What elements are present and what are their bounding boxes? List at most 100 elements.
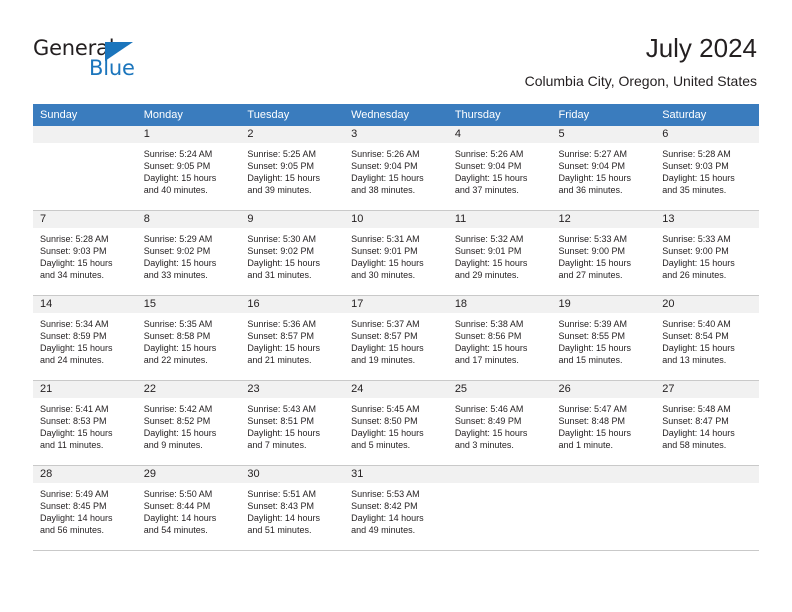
day-detail-daylightline1: Daylight: 15 hours bbox=[351, 173, 424, 184]
calendar-day-cell[interactable]: 29 Sunrise: 5:50 AM Sunset: 8:44 PM Dayligh… bbox=[136, 465, 241, 551]
day-cell: 19 Sunrise: 5:39 AM Sunset: 8:55 PM Dayligh… bbox=[551, 296, 656, 380]
calendar-day-cell[interactable]: 1 Sunrise: 5:24 AM Sunset: 9:05 PM Daylight… bbox=[136, 126, 241, 211]
calendar-day-cell[interactable]: 11 Sunrise: 5:32 AM Sunset: 9:01 PM Dayligh… bbox=[447, 210, 552, 296]
day-detail-daylightline2: and 22 minutes. bbox=[143, 355, 208, 366]
calendar-day-cell[interactable] bbox=[655, 465, 759, 551]
day-cell: 21 Sunrise: 5:41 AM Sunset: 8:53 PM Dayligh… bbox=[33, 381, 137, 465]
day-details: Sunrise: 5:29 AM Sunset: 9:02 PM Daylight:… bbox=[137, 228, 241, 281]
calendar-day-cell[interactable] bbox=[447, 465, 552, 551]
calendar-day-cell[interactable]: 4 Sunrise: 5:26 AM Sunset: 9:04 PM Daylight… bbox=[447, 126, 552, 211]
day-details: Sunrise: 5:33 AM Sunset: 9:00 PM Daylight:… bbox=[552, 228, 656, 281]
calendar-day-cell[interactable] bbox=[551, 465, 656, 551]
day-number: 15 bbox=[136, 296, 241, 313]
calendar-day-cell[interactable]: 5 Sunrise: 5:27 AM Sunset: 9:04 PM Daylight… bbox=[551, 126, 656, 211]
calendar-page: General Blue July 2024 Columbia City, Or… bbox=[0, 0, 792, 612]
day-cell: 7 Sunrise: 5:28 AM Sunset: 9:03 PM Daylight… bbox=[33, 211, 137, 295]
calendar-day-cell[interactable]: 9 Sunrise: 5:30 AM Sunset: 9:02 PM Daylight… bbox=[240, 210, 345, 296]
day-detail-sunset: Sunset: 8:49 PM bbox=[454, 416, 522, 427]
day-details: Sunrise: 5:50 AM Sunset: 8:44 PM Daylight:… bbox=[137, 483, 241, 536]
day-detail-daylightline1: Daylight: 15 hours bbox=[351, 258, 424, 269]
day-detail-sunrise: Sunrise: 5:39 AM bbox=[558, 319, 628, 329]
weekday-header-tuesday: Tuesday bbox=[240, 104, 345, 126]
calendar-day-cell[interactable]: 10 Sunrise: 5:31 AM Sunset: 9:01 PM Dayligh… bbox=[344, 210, 448, 296]
calendar-day-cell[interactable]: 31 Sunrise: 5:53 AM Sunset: 8:42 PM Dayligh… bbox=[344, 465, 448, 551]
day-detail-sunset: Sunset: 8:53 PM bbox=[40, 416, 107, 427]
day-number bbox=[655, 466, 759, 483]
day-details: Sunrise: 5:27 AM Sunset: 9:04 PM Daylight:… bbox=[552, 143, 656, 196]
calendar-day-cell[interactable]: 24 Sunrise: 5:45 AM Sunset: 8:50 PM Dayligh… bbox=[344, 380, 448, 466]
calendar-day-cell[interactable]: 21 Sunrise: 5:41 AM Sunset: 8:53 PM Dayligh… bbox=[33, 380, 137, 466]
day-detail-daylightline2: and 34 minutes. bbox=[40, 270, 105, 281]
day-details: Sunrise: 5:42 AM Sunset: 8:52 PM Daylight:… bbox=[137, 398, 241, 451]
calendar-day-cell[interactable]: 26 Sunrise: 5:47 AM Sunset: 8:48 PM Dayligh… bbox=[551, 380, 656, 466]
calendar-day-cell[interactable]: 28 Sunrise: 5:49 AM Sunset: 8:45 PM Dayligh… bbox=[33, 465, 137, 551]
calendar-day-cell[interactable]: 2 Sunrise: 5:25 AM Sunset: 9:05 PM Daylight… bbox=[240, 126, 345, 211]
day-detail-sunset: Sunset: 9:04 PM bbox=[351, 161, 418, 172]
day-detail-sunrise: Sunrise: 5:53 AM bbox=[351, 489, 420, 499]
day-detail-daylightline2: and 21 minutes. bbox=[247, 355, 312, 366]
calendar-day-cell[interactable]: 14 Sunrise: 5:34 AM Sunset: 8:59 PM Dayligh… bbox=[33, 295, 137, 381]
day-number: 20 bbox=[655, 296, 759, 313]
day-cell: 15 Sunrise: 5:35 AM Sunset: 8:58 PM Dayligh… bbox=[136, 296, 241, 380]
day-detail-daylightline1: Daylight: 15 hours bbox=[454, 258, 528, 269]
day-detail-sunrise: Sunrise: 5:24 AM bbox=[143, 149, 213, 159]
calendar-week-row: 7 Sunrise: 5:28 AM Sunset: 9:03 PM Daylight… bbox=[33, 210, 759, 296]
day-detail-daylightline1: Daylight: 15 hours bbox=[558, 428, 632, 439]
calendar-day-cell[interactable]: 25 Sunrise: 5:46 AM Sunset: 8:49 PM Dayligh… bbox=[447, 380, 552, 466]
day-details: Sunrise: 5:36 AM Sunset: 8:57 PM Daylight:… bbox=[240, 313, 344, 366]
day-cell: 28 Sunrise: 5:49 AM Sunset: 8:45 PM Dayligh… bbox=[33, 466, 137, 550]
day-detail-sunset: Sunset: 8:51 PM bbox=[247, 416, 314, 427]
calendar-day-cell[interactable]: 16 Sunrise: 5:36 AM Sunset: 8:57 PM Dayligh… bbox=[240, 295, 345, 381]
calendar-day-cell[interactable]: 6 Sunrise: 5:28 AM Sunset: 9:03 PM Daylight… bbox=[655, 126, 759, 211]
day-detail-daylightline1: Daylight: 15 hours bbox=[143, 428, 217, 439]
day-detail-sunset: Sunset: 8:45 PM bbox=[40, 501, 107, 512]
day-detail-sunset: Sunset: 9:02 PM bbox=[143, 246, 211, 257]
calendar-day-cell[interactable]: 22 Sunrise: 5:42 AM Sunset: 8:52 PM Dayligh… bbox=[136, 380, 241, 466]
calendar-day-cell[interactable]: 8 Sunrise: 5:29 AM Sunset: 9:02 PM Daylight… bbox=[136, 210, 241, 296]
calendar-day-cell[interactable]: 18 Sunrise: 5:38 AM Sunset: 8:56 PM Dayligh… bbox=[447, 295, 552, 381]
day-detail-sunrise: Sunrise: 5:27 AM bbox=[558, 149, 628, 159]
calendar-day-cell[interactable]: 17 Sunrise: 5:37 AM Sunset: 8:57 PM Dayligh… bbox=[344, 295, 448, 381]
day-detail-daylightline2: and 31 minutes. bbox=[247, 270, 312, 281]
day-detail-daylightline1: Daylight: 15 hours bbox=[40, 258, 113, 269]
day-number: 11 bbox=[447, 211, 552, 228]
calendar-day-cell[interactable] bbox=[33, 126, 137, 211]
day-cell: 2 Sunrise: 5:25 AM Sunset: 9:05 PM Daylight… bbox=[240, 126, 345, 210]
day-detail-daylightline1: Daylight: 14 hours bbox=[40, 513, 113, 524]
day-number: 23 bbox=[240, 381, 345, 398]
day-detail-sunrise: Sunrise: 5:48 AM bbox=[662, 404, 731, 414]
day-cell: 8 Sunrise: 5:29 AM Sunset: 9:02 PM Daylight… bbox=[136, 211, 241, 295]
calendar-day-cell[interactable]: 23 Sunrise: 5:43 AM Sunset: 8:51 PM Dayligh… bbox=[240, 380, 345, 466]
calendar-day-cell[interactable]: 13 Sunrise: 5:33 AM Sunset: 9:00 PM Dayligh… bbox=[655, 210, 759, 296]
day-detail-sunrise: Sunrise: 5:41 AM bbox=[40, 404, 109, 414]
day-details: Sunrise: 5:49 AM Sunset: 8:45 PM Daylight:… bbox=[33, 483, 137, 536]
calendar-day-cell[interactable]: 7 Sunrise: 5:28 AM Sunset: 9:03 PM Daylight… bbox=[33, 210, 137, 296]
day-number: 18 bbox=[447, 296, 552, 313]
day-details bbox=[448, 483, 552, 488]
day-detail-sunrise: Sunrise: 5:49 AM bbox=[40, 489, 109, 499]
day-detail-daylightline1: Daylight: 15 hours bbox=[662, 258, 735, 269]
general-blue-logo[interactable]: General Blue bbox=[33, 36, 173, 84]
day-detail-daylightline2: and 15 minutes. bbox=[558, 355, 623, 366]
title-block: July 2024 Columbia City, Oregon, United … bbox=[525, 32, 757, 89]
day-detail-sunrise: Sunrise: 5:28 AM bbox=[40, 234, 109, 244]
day-detail-sunrise: Sunrise: 5:46 AM bbox=[454, 404, 524, 414]
calendar-day-cell[interactable]: 27 Sunrise: 5:48 AM Sunset: 8:47 PM Dayligh… bbox=[655, 380, 759, 466]
day-details: Sunrise: 5:40 AM Sunset: 8:54 PM Daylight:… bbox=[655, 313, 759, 366]
calendar-day-cell[interactable]: 12 Sunrise: 5:33 AM Sunset: 9:00 PM Dayligh… bbox=[551, 210, 656, 296]
day-detail-daylightline1: Daylight: 15 hours bbox=[40, 428, 113, 439]
day-detail-daylightline2: and 39 minutes. bbox=[247, 185, 312, 196]
day-detail-daylightline2: and 51 minutes. bbox=[247, 525, 312, 536]
calendar-day-cell[interactable]: 20 Sunrise: 5:40 AM Sunset: 8:54 PM Dayligh… bbox=[655, 295, 759, 381]
calendar-day-cell[interactable]: 30 Sunrise: 5:51 AM Sunset: 8:43 PM Dayligh… bbox=[240, 465, 345, 551]
day-cell: 9 Sunrise: 5:30 AM Sunset: 9:02 PM Daylight… bbox=[240, 211, 345, 295]
day-details bbox=[552, 483, 656, 488]
day-detail-daylightline2: and 58 minutes. bbox=[662, 440, 727, 451]
day-cell: 5 Sunrise: 5:27 AM Sunset: 9:04 PM Daylight… bbox=[551, 126, 656, 210]
calendar-day-cell[interactable]: 15 Sunrise: 5:35 AM Sunset: 8:58 PM Dayligh… bbox=[136, 295, 241, 381]
calendar-day-cell[interactable]: 3 Sunrise: 5:26 AM Sunset: 9:04 PM Daylight… bbox=[344, 126, 448, 211]
calendar-day-cell[interactable]: 19 Sunrise: 5:39 AM Sunset: 8:55 PM Dayligh… bbox=[551, 295, 656, 381]
day-detail-daylightline2: and 29 minutes. bbox=[454, 270, 519, 281]
day-detail-daylightline1: Daylight: 15 hours bbox=[247, 258, 320, 269]
day-details: Sunrise: 5:28 AM Sunset: 9:03 PM Daylight:… bbox=[33, 228, 137, 281]
